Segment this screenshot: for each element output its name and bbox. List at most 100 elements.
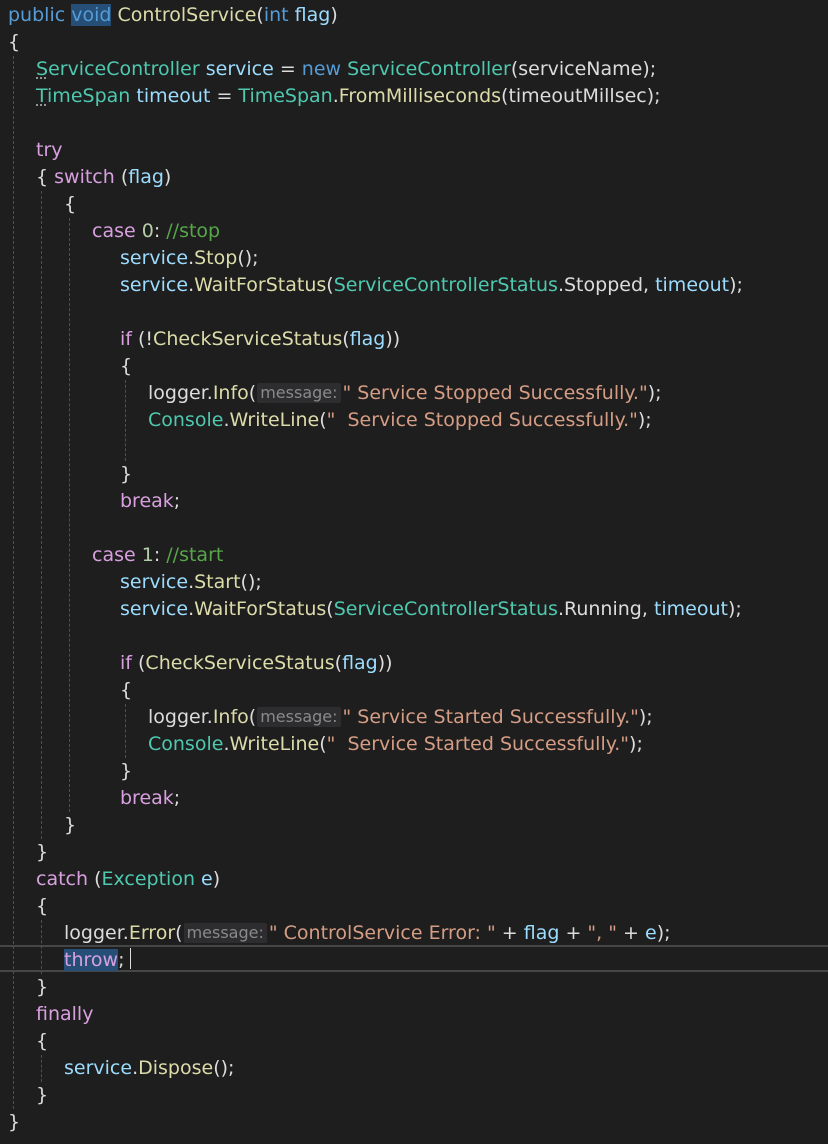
parameter-name-hint: message: (257, 707, 341, 727)
code-line[interactable]: TimeSpan timeout = TimeSpan.FromMillisec… (36, 83, 661, 110)
code-token: " Service Stopped Successfully." (326, 409, 638, 431)
code-line[interactable]: } (120, 758, 132, 785)
code-token: ", " (587, 922, 617, 944)
code-token: ); (638, 706, 653, 728)
code-token: + (616, 922, 645, 944)
code-line[interactable]: case 0: //stop (92, 218, 220, 245)
code-line[interactable]: } (36, 839, 48, 866)
indent-guide (125, 380, 126, 461)
code-token: ); (656, 922, 671, 944)
code-token: try (36, 139, 63, 161)
code-token: ( (114, 166, 129, 188)
indent-guide (69, 218, 70, 812)
code-token: ( (88, 868, 102, 890)
parameter-name-hint: message: (183, 923, 267, 943)
code-token: ) (330, 4, 338, 26)
code-line[interactable]: } (36, 974, 48, 1001)
code-token: service (120, 274, 189, 296)
code-token: (); (240, 571, 262, 593)
code-line[interactable]: Console.WriteLine(" Service Stopped Succ… (148, 407, 652, 434)
code-line[interactable]: service.Dispose(); (64, 1055, 234, 1082)
code-token: ) (163, 166, 172, 188)
code-token: service (120, 598, 189, 620)
code-line[interactable]: logger.Info(message: " Service Stopped Su… (148, 380, 662, 407)
code-token: timeout (655, 274, 730, 296)
code-token: } (120, 463, 133, 485)
code-line[interactable]: finally (36, 1001, 93, 1028)
code-token: ServiceControllerStatus (333, 274, 558, 296)
code-line[interactable]: catch (Exception e) (36, 866, 220, 893)
code-line[interactable]: } (8, 1109, 20, 1136)
code-token: } (36, 841, 49, 863)
code-token: ( (319, 409, 327, 431)
code-token: finally (36, 1003, 94, 1025)
code-token: " Service Started Successfully." (342, 706, 639, 728)
code-token: : (153, 544, 167, 566)
code-token: Dispose (138, 1057, 214, 1079)
code-line[interactable]: { (120, 353, 132, 380)
suggestion-squiggle: S (36, 58, 49, 80)
code-line[interactable]: service.WaitForStatus(ServiceControllerS… (120, 596, 742, 623)
code-token: ; (118, 949, 125, 971)
code-token: ); (637, 409, 652, 431)
code-token: flag (523, 922, 560, 944)
code-token: service (120, 571, 189, 593)
code-token: new (301, 58, 342, 80)
code-token: Exception (101, 868, 195, 890)
code-token: " ControlService Error: " (268, 922, 496, 944)
code-line[interactable]: service.Start(); (120, 569, 262, 596)
code-token: { (120, 355, 133, 377)
code-token: if (120, 328, 132, 350)
code-line[interactable]: logger.Error(message: " ControlService Er… (64, 920, 671, 947)
code-line[interactable]: { (36, 1028, 48, 1055)
code-line[interactable]: { (120, 677, 132, 704)
code-token: logger. (148, 382, 213, 404)
indent-guide (41, 191, 42, 839)
code-token: Console (148, 733, 224, 755)
code-token: .Stopped, (557, 274, 656, 296)
code-token: = (273, 58, 302, 80)
code-token: } (36, 976, 49, 998)
code-token: break (120, 490, 174, 512)
code-token: ; (173, 490, 181, 512)
code-line[interactable]: service.WaitForStatus(ServiceControllerS… (120, 272, 743, 299)
code-line[interactable]: { (8, 29, 20, 56)
code-token: timeout (136, 85, 211, 107)
code-line[interactable]: break; (120, 488, 180, 515)
code-line[interactable]: if (!CheckServiceStatus(flag)) (120, 326, 400, 353)
code-editor[interactable]: public void ControlService(int flag){Ser… (0, 0, 828, 1144)
code-line[interactable]: public void ControlService(int flag) (8, 2, 338, 29)
code-token: } (64, 814, 77, 836)
code-line[interactable]: { (64, 191, 76, 218)
code-line[interactable]: try (36, 137, 63, 164)
code-token: { (64, 193, 77, 215)
code-line[interactable]: ServiceController service = new ServiceC… (36, 56, 656, 83)
code-token: Stop (194, 247, 238, 269)
code-line[interactable]: if (CheckServiceStatus(flag)) (120, 650, 393, 677)
code-token: Info (212, 382, 249, 404)
code-token: { (36, 166, 55, 188)
code-line[interactable]: throw; (64, 947, 124, 974)
code-token: (); (237, 247, 259, 269)
indent-guide (41, 920, 42, 974)
code-token: ServiceControllerStatus (333, 598, 558, 620)
code-line[interactable]: { switch (flag) (36, 164, 171, 191)
code-line[interactable]: logger.Info(message: " Service Started Su… (148, 704, 653, 731)
code-token: Start (194, 571, 241, 593)
code-line[interactable]: break; (120, 785, 180, 812)
selected-keyword: throw (64, 949, 119, 971)
code-line[interactable]: Console.WriteLine(" Service Started Succ… (148, 731, 643, 758)
code-token: ControlService (117, 4, 257, 26)
code-token: ); (727, 598, 742, 620)
parameter-name-hint: message: (257, 383, 341, 403)
code-line[interactable]: service.Stop(); (120, 245, 259, 272)
code-token: if (120, 652, 132, 674)
code-line[interactable]: } (120, 461, 132, 488)
code-line[interactable]: } (36, 1082, 48, 1109)
indent-guide (41, 1055, 42, 1082)
code-token: ; (173, 787, 181, 809)
code-line[interactable]: { (36, 893, 48, 920)
code-token: int (263, 4, 289, 26)
code-line[interactable]: case 1: //start (92, 542, 223, 569)
code-line[interactable]: } (64, 812, 76, 839)
